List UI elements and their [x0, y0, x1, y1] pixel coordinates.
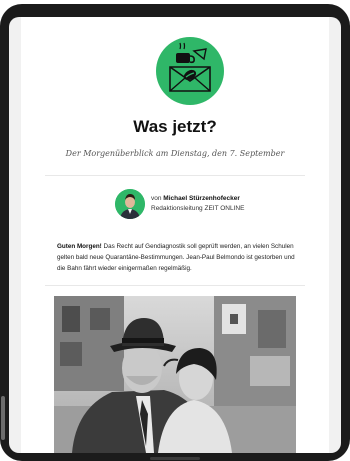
avatar	[115, 189, 145, 219]
intro-paragraph: Guten Morgen! Das Recht auf Gendiagnosti…	[57, 241, 295, 274]
newsletter-subtitle: Der Morgenüberblick am Dienstag, den 7. …	[65, 149, 285, 158]
divider	[45, 175, 305, 176]
author-name: Michael Stürzenhofecker	[163, 195, 240, 202]
newsletter-card: Was jetzt? Der Morgenüberblick am Dienst…	[21, 17, 329, 453]
intro-greeting: Guten Morgen!	[57, 243, 102, 250]
black-and-white-film-still-photo	[54, 296, 296, 453]
author-name-line: von Michael Stürzenhofecker	[151, 195, 240, 202]
page-title: Was jetzt?	[133, 117, 217, 136]
side-button	[1, 396, 5, 440]
screen: Was jetzt? Der Morgenüberblick am Dienst…	[9, 17, 341, 453]
author-role: Redaktionsleitung ZEIT ONLINE	[151, 205, 245, 212]
tablet-device-frame: Was jetzt? Der Morgenüberblick am Dienst…	[0, 4, 350, 461]
author-prefix: von	[151, 195, 162, 202]
author-block: von Michael Stürzenhofecker Redaktionsle…	[115, 189, 295, 221]
home-indicator	[150, 457, 200, 460]
divider	[45, 285, 305, 286]
envelope-coffee-icon	[156, 37, 224, 105]
